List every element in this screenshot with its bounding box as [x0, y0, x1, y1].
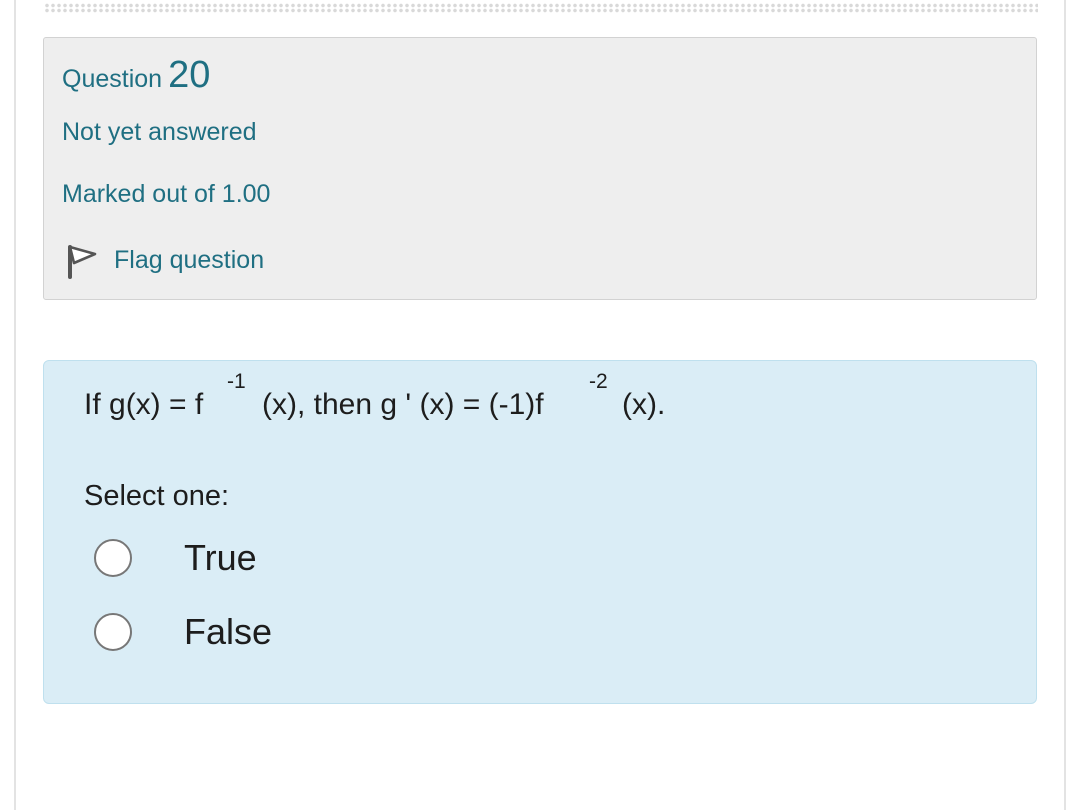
quiz-page: Question 20 Not yet answered Marked out o… — [0, 0, 1080, 810]
flag-question-button[interactable]: Flag question — [64, 240, 264, 280]
question-word: Question — [62, 65, 163, 93]
question-text-part-1: If g(x) = f — [84, 388, 204, 421]
select-one-prompt: Select one: — [84, 480, 230, 512]
question-text-superscript-1: -1 — [227, 370, 246, 393]
dotted-divider — [44, 3, 1038, 13]
question-state: Not yet answered — [62, 118, 257, 146]
question-text-superscript-2: -2 — [589, 370, 608, 393]
flag-question-label: Flag question — [114, 245, 265, 274]
question-text-part-3: (x). — [622, 388, 666, 421]
radio-button-icon[interactable] — [94, 539, 132, 577]
answer-option-true[interactable]: True — [94, 535, 257, 581]
answer-option-false[interactable]: False — [94, 609, 272, 655]
question-text-part-2: (x), then g ' (x) = (-1)f — [262, 388, 544, 421]
radio-button-icon[interactable] — [94, 613, 132, 651]
question-number: Question 20 — [62, 54, 210, 97]
page-frame-right-border — [1064, 0, 1066, 810]
question-grade: Marked out of 1.00 — [62, 180, 271, 208]
answer-option-label: True — [184, 537, 257, 578]
question-number-value: 20 — [168, 54, 211, 96]
page-frame-left-border — [14, 0, 16, 810]
flag-icon — [64, 241, 100, 279]
answer-option-label: False — [184, 611, 273, 652]
